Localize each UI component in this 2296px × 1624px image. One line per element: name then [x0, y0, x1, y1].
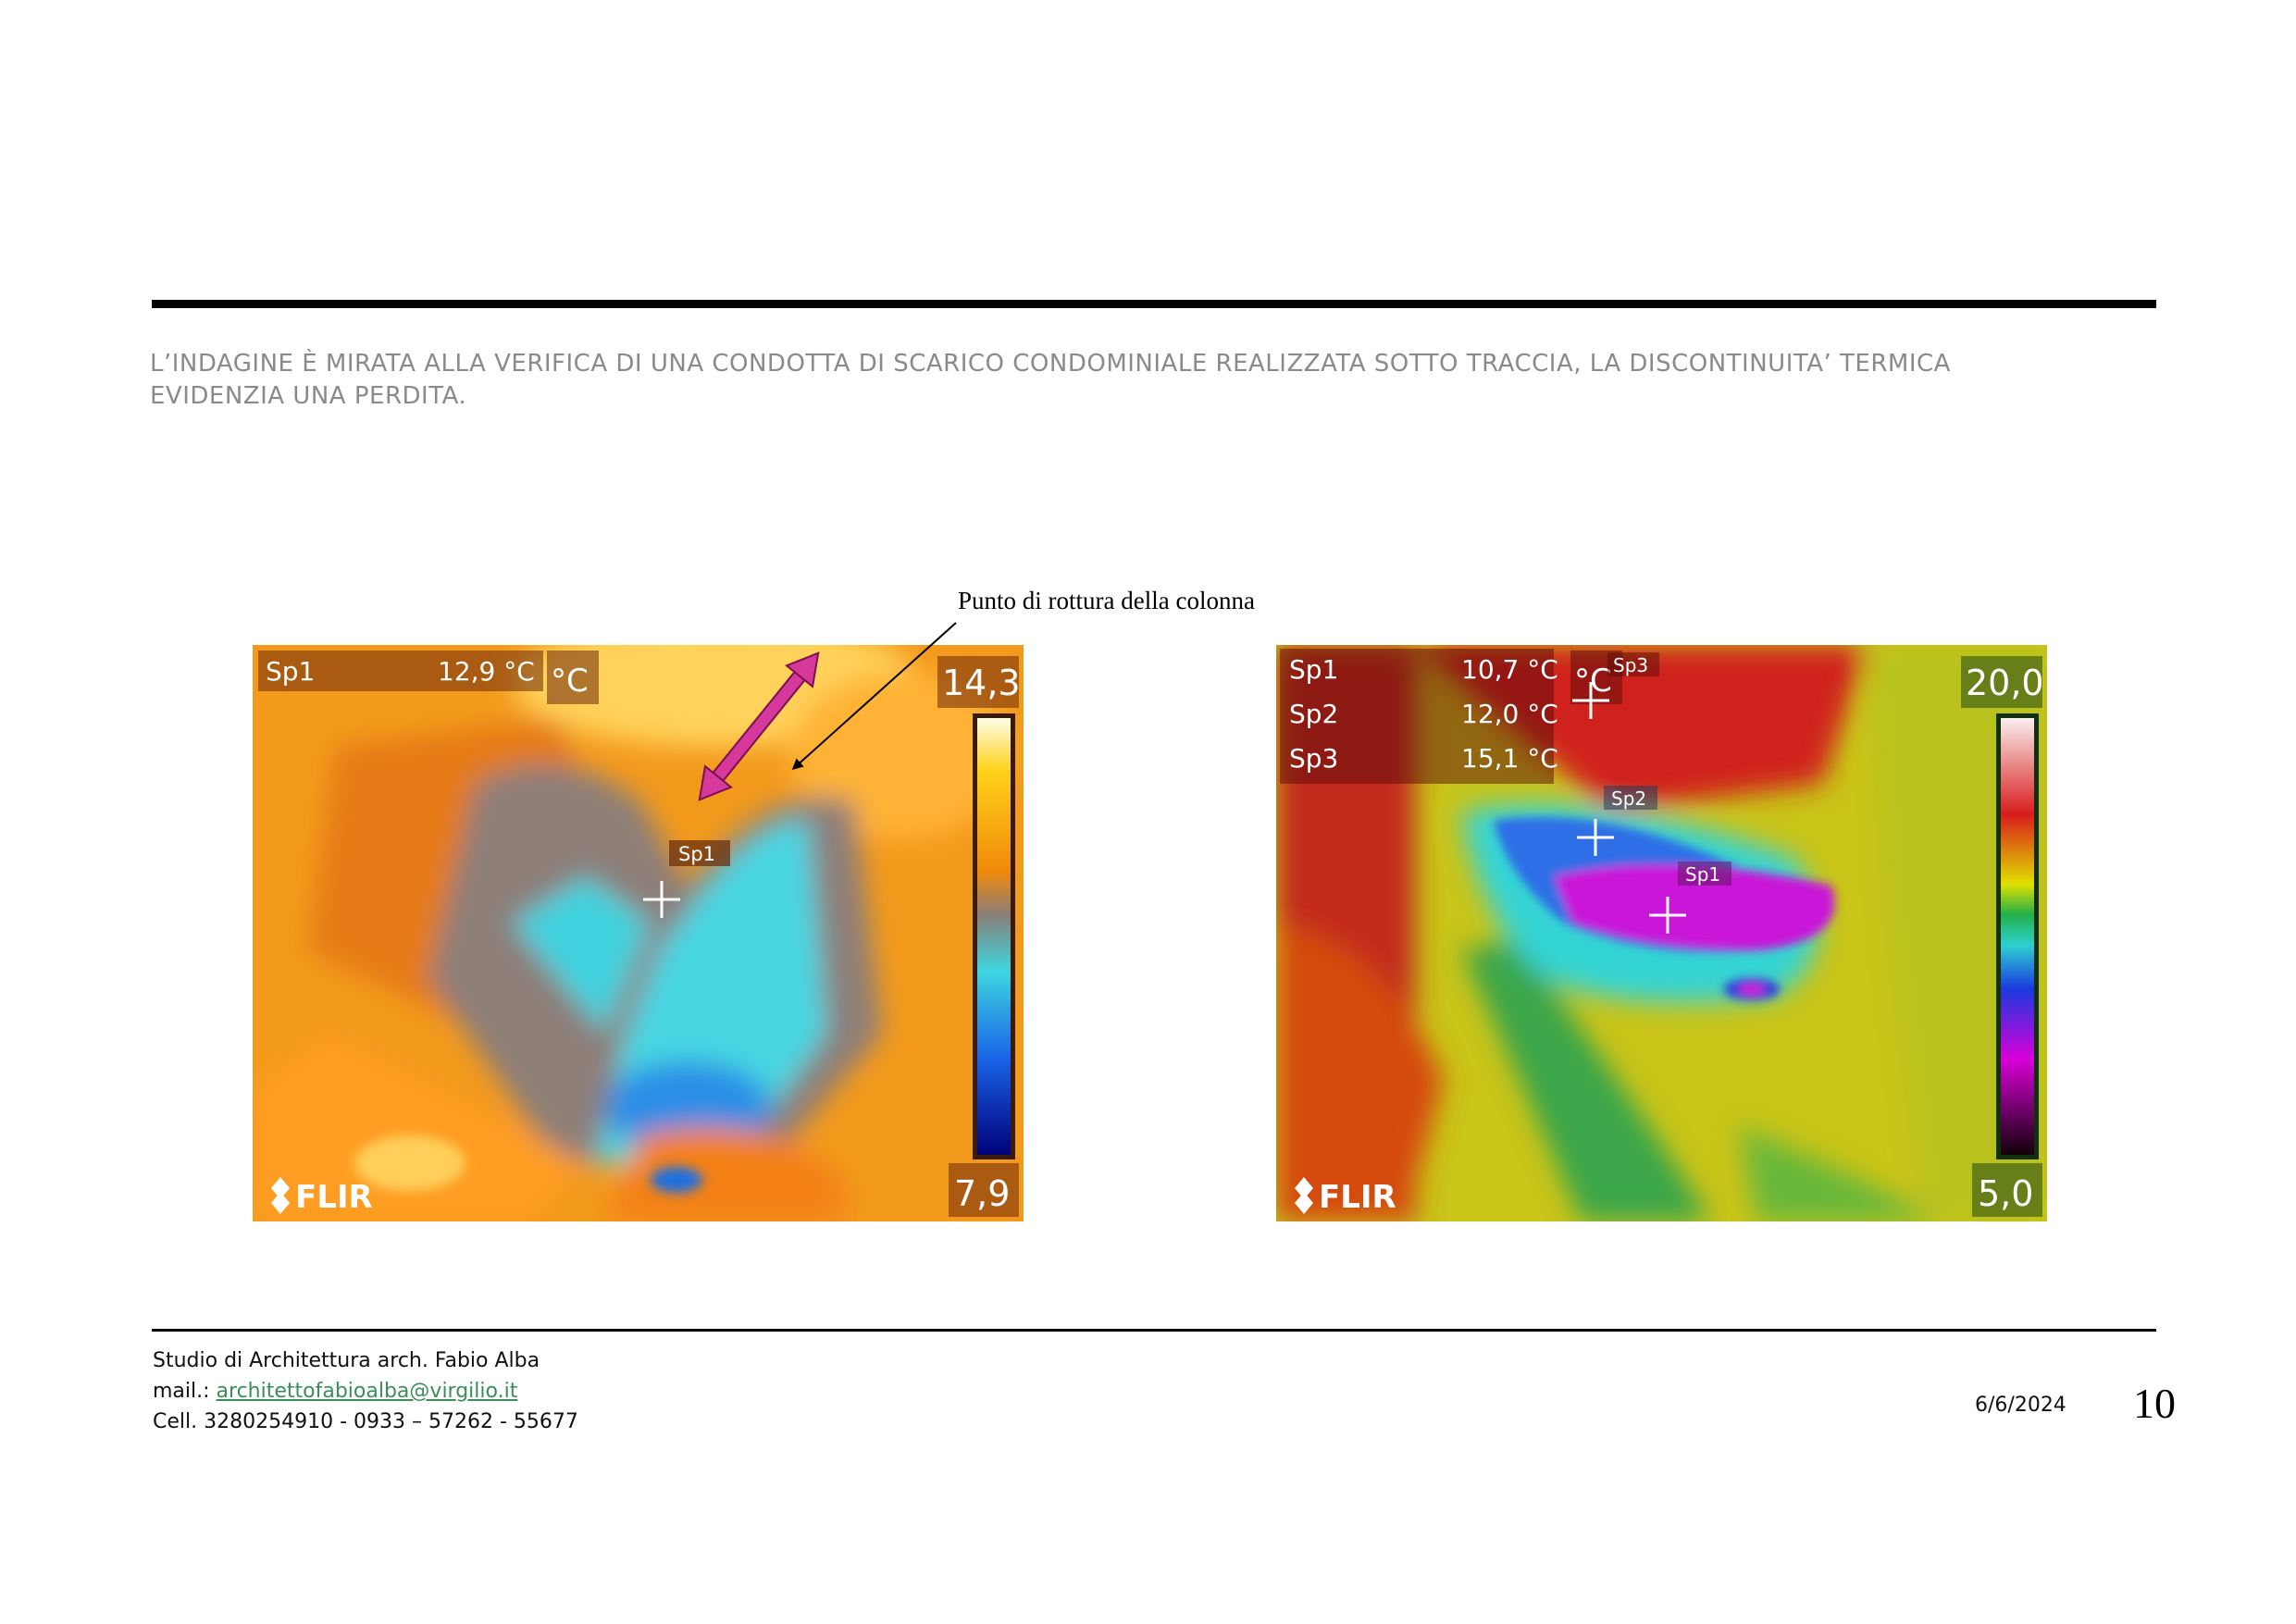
page-number: 10: [2133, 1380, 2176, 1427]
bottom-rule: [152, 1329, 2156, 1332]
color-scale-bar: [977, 718, 1011, 1155]
spot-marker-label: Sp2: [1611, 787, 1646, 810]
scale-min: 5,0: [1978, 1173, 2033, 1214]
spot-label: Sp1: [266, 656, 315, 687]
spot-value: 10,7 °C: [1461, 654, 1558, 685]
unit-label: °C: [551, 663, 589, 700]
mail-line: mail.: architettofabioalba@virgilio.it: [153, 1376, 578, 1407]
scale-max: 14,3: [942, 663, 1021, 703]
heading-line-2: EVIDENZIA UNA PERDITA.: [150, 382, 467, 410]
spot-value: 12,9 °C: [438, 656, 535, 687]
color-scale-bar: [2001, 718, 2034, 1155]
studio-name: Studio di Architettura arch. Fabio Alba: [153, 1349, 540, 1372]
thermal-image-1: Sp1 12,9 °C °C 14,3 7,9 Sp1 FLIR: [253, 645, 1024, 1221]
spot-value: 15,1 °C: [1461, 743, 1558, 774]
flir-brand: FLIR: [1319, 1179, 1396, 1216]
spot-value: 12,0 °C: [1461, 699, 1558, 729]
unit-label: °C: [1574, 663, 1612, 700]
spot-label: Sp3: [1289, 743, 1338, 774]
mail-label: mail.:: [153, 1380, 217, 1403]
top-rule: [152, 300, 2156, 308]
thermal-image-2: Sp1 10,7 °C Sp2 12,0 °C Sp3 15,1 °C °C S…: [1276, 645, 2047, 1221]
email-link[interactable]: architettofabioalba@virgilio.it: [217, 1380, 518, 1403]
spot-label: Sp2: [1289, 699, 1338, 729]
page-heading: L’INDAGINE È MIRATA ALLA VERIFICA DI UNA…: [150, 348, 2130, 413]
spot-marker-label: Sp1: [1685, 863, 1720, 886]
footer: Studio di Architettura arch. Fabio Alba …: [153, 1345, 578, 1437]
heading-line-1: L’INDAGINE È MIRATA ALLA VERIFICA DI UNA…: [150, 350, 1951, 378]
spot-marker-label: Sp3: [1613, 654, 1648, 676]
flir-brand: FLIR: [295, 1179, 373, 1216]
annotation-label: Punto di rottura della colonna: [958, 587, 1255, 614]
document-date: 6/6/2024: [1975, 1394, 2066, 1417]
scale-max: 20,0: [1966, 663, 2044, 703]
phone-line: Cell. 3280254910 - 0933 – 57262 - 55677: [153, 1410, 578, 1433]
scale-min: 7,9: [954, 1173, 1010, 1214]
spot-label: Sp1: [1289, 654, 1338, 685]
spot-marker-label: Sp1: [678, 843, 715, 865]
